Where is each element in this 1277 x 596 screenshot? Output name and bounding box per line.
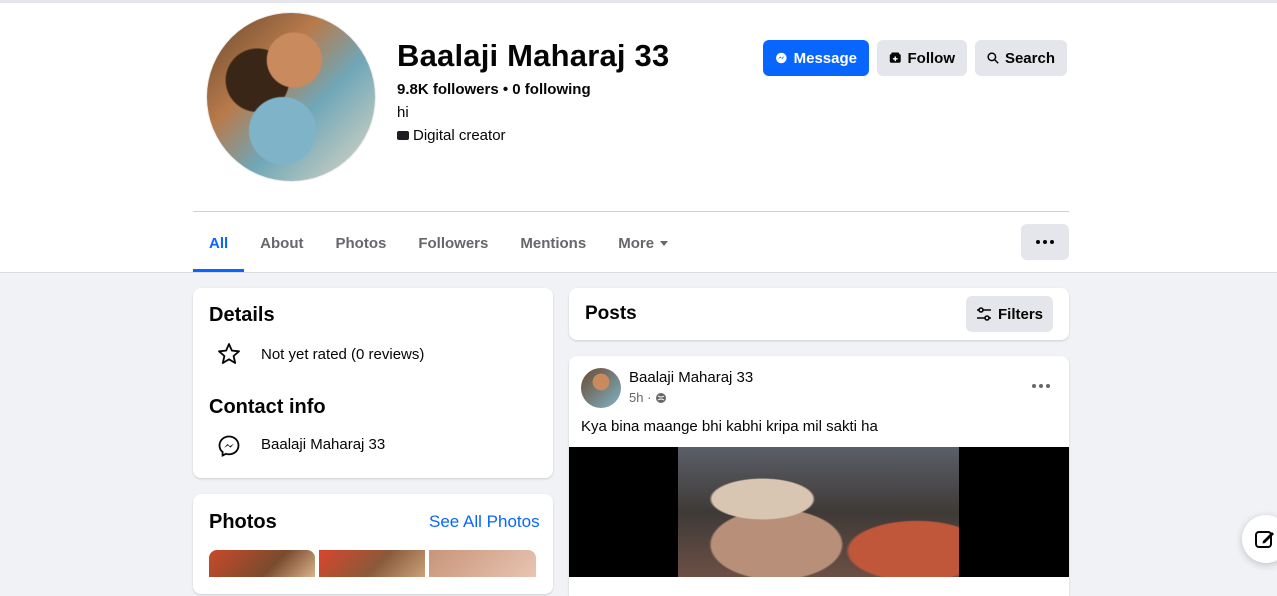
photo-thumb[interactable] [429, 550, 536, 577]
profile-more-button[interactable] [1021, 224, 1069, 260]
tab-more[interactable]: More [602, 224, 684, 262]
profile-stats[interactable]: 9.8K followers • 0 following [397, 81, 591, 98]
filters-button[interactable]: Filters [966, 296, 1053, 332]
post-author-avatar[interactable] [581, 368, 621, 408]
message-label: Message [793, 49, 857, 67]
photo-thumb[interactable] [319, 550, 425, 577]
photo-thumb[interactable] [209, 550, 315, 577]
messenger-outline-icon [218, 435, 240, 457]
post-media-image [678, 447, 959, 577]
details-title: Details [209, 304, 275, 326]
contact-messenger-text[interactable]: Baalaji Maharaj 33 [261, 436, 385, 453]
post-text: Kya bina maange bhi kabhi kripa mil sakt… [581, 418, 878, 435]
tab-photos[interactable]: Photos [320, 224, 403, 262]
photos-title: Photos [209, 511, 277, 533]
follow-icon [889, 52, 901, 63]
messenger-icon [776, 52, 787, 64]
video-camera-icon [397, 131, 409, 140]
star-icon [218, 343, 240, 364]
edit-icon [1255, 531, 1274, 548]
profile-name: Baalaji Maharaj 33 [397, 38, 670, 73]
filters-label: Filters [997, 305, 1043, 323]
posts-title: Posts [585, 303, 637, 324]
photos-card: Photos See All Photos [193, 494, 553, 594]
profile-category: Digital creator [397, 127, 506, 144]
globe-icon [656, 392, 667, 403]
post-options-icon[interactable] [1032, 384, 1050, 388]
search-label: Search [1004, 49, 1055, 67]
see-all-photos-link[interactable]: See All Photos [429, 512, 540, 532]
tab-all[interactable]: All [193, 224, 245, 272]
post-time[interactable]: 5h · [629, 390, 651, 405]
caret-down-icon [660, 240, 669, 246]
top-strip [0, 0, 1277, 3]
search-button[interactable]: Search [975, 40, 1067, 76]
post-meta: 5h · [629, 390, 667, 405]
new-message-button[interactable] [1242, 515, 1277, 563]
rating-text: Not yet rated (0 reviews) [261, 346, 425, 363]
tab-mentions[interactable]: Mentions [504, 224, 602, 262]
post-author-name[interactable]: Baalaji Maharaj 33 [629, 369, 753, 386]
post-media[interactable] [569, 447, 1069, 577]
category-label: Digital creator [413, 127, 506, 144]
profile-bio: hi [397, 104, 409, 121]
tab-followers[interactable]: Followers [402, 224, 504, 262]
search-icon [987, 52, 999, 64]
follow-button[interactable]: Follow [877, 40, 967, 76]
more-dots-icon [1036, 240, 1054, 244]
profile-avatar[interactable] [207, 13, 375, 181]
contact-title: Contact info [209, 396, 326, 418]
profile-header: Baalaji Maharaj 33 9.8K followers • 0 fo… [0, 0, 1277, 273]
follow-label: Follow [907, 49, 956, 67]
tab-about[interactable]: About [244, 224, 319, 262]
profile-tabs: All About Photos Followers Mentions More [193, 224, 684, 272]
header-divider [193, 211, 1069, 212]
message-button[interactable]: Message [763, 40, 869, 76]
filter-icon [976, 307, 991, 321]
intro-card: Details Not yet rated (0 reviews) Contac… [193, 288, 553, 478]
